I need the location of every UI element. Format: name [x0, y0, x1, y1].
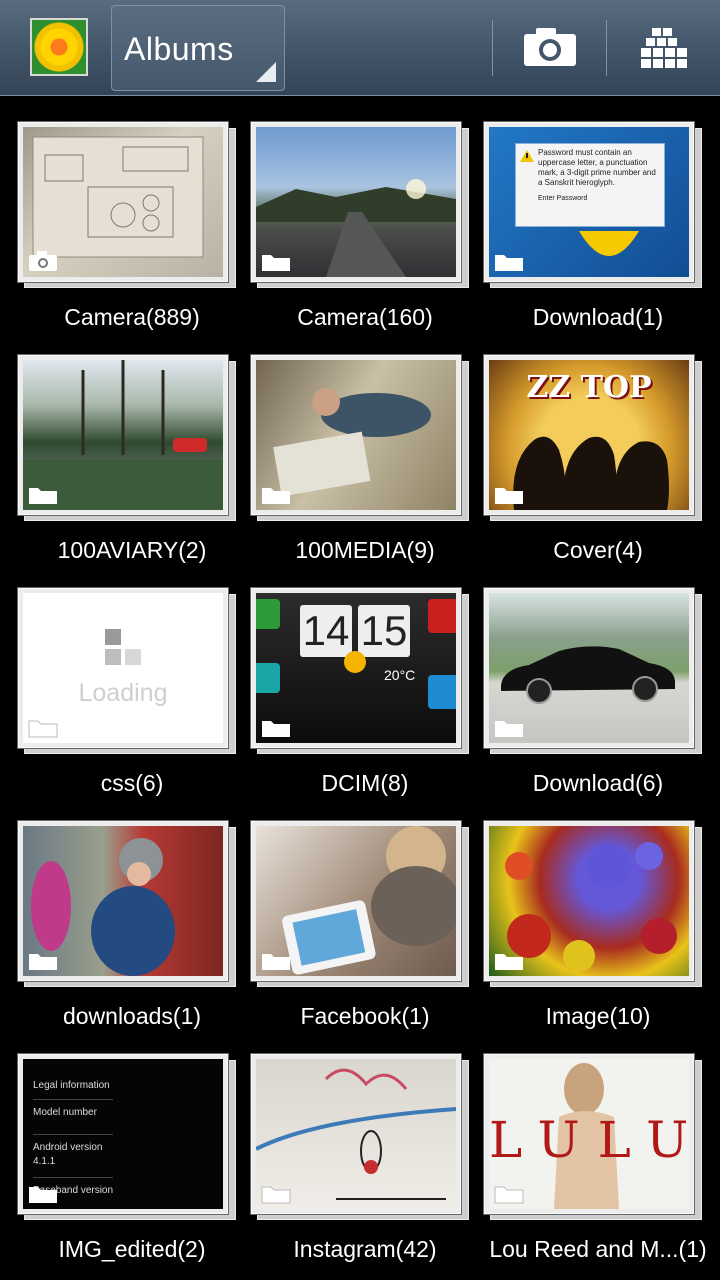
action-bar: Albums [0, 0, 720, 96]
camera-icon [524, 28, 576, 66]
album-title: DCIM(8) [321, 770, 409, 796]
album-thumbnail [251, 1054, 461, 1214]
album-tile[interactable]: LULU Lou Reed and M...(1) [484, 1054, 712, 1274]
album-thumbnail: 14 15 20°C [251, 588, 461, 748]
folder-icon [29, 954, 57, 970]
album-thumbnail [18, 355, 228, 515]
camera-icon [29, 251, 57, 271]
album-title: Download(1) [532, 304, 664, 330]
album-tile[interactable]: Facebook(1) [251, 821, 479, 1041]
folder-icon [262, 255, 290, 271]
album-title: Camera(160) [297, 304, 433, 330]
album-thumbnail: Password must contain an uppercase lette… [484, 122, 694, 282]
albums-view-dropdown[interactable]: Albums [111, 5, 285, 91]
music-app-icon [428, 599, 456, 633]
albums-dropdown-label: Albums [124, 31, 234, 67]
settings-item: Model number [33, 1107, 97, 1118]
folder-icon [29, 1187, 57, 1203]
temperature: 20°C [384, 667, 416, 683]
album-tile[interactable]: 100MEDIA(9) [251, 355, 479, 575]
album-title: Cover(4) [553, 537, 643, 563]
camera-button[interactable] [510, 18, 590, 78]
album-title: 100MEDIA(9) [295, 537, 435, 563]
action-divider [606, 20, 607, 76]
album-tile[interactable]: Download(6) [484, 588, 712, 808]
album-title: Instagram(42) [293, 1236, 437, 1262]
album-thumbnail [251, 122, 461, 282]
view-grid-button[interactable] [624, 18, 704, 78]
album-title: IMG_edited(2) [58, 1236, 206, 1262]
album-thumbnail [251, 821, 461, 981]
folder-icon [29, 488, 57, 504]
album-tile[interactable]: Camera(889) [18, 122, 246, 342]
album-thumbnail: ZZ TOP [484, 355, 694, 515]
password-dialog: Password must contain an uppercase lette… [515, 143, 665, 227]
album-thumbnail: LULU [484, 1054, 694, 1214]
album-tile[interactable]: downloads(1) [18, 821, 246, 1041]
gallery-app-icon[interactable] [30, 18, 88, 76]
album-tile[interactable]: 14 15 20°C DCIM(8) [251, 588, 479, 808]
action-divider [492, 20, 493, 76]
album-title: css(6) [100, 770, 164, 796]
clock-hours: 14 [300, 605, 352, 657]
dropdown-indicator-icon [256, 62, 276, 82]
folder-icon [262, 488, 290, 504]
album-art-title: LULU [489, 1111, 689, 1169]
album-thumbnail [484, 588, 694, 748]
album-thumbnail: Loading [18, 588, 228, 748]
camera-app-icon [428, 675, 456, 709]
album-title: Camera(889) [64, 304, 200, 330]
folder-icon [262, 954, 290, 970]
album-thumbnail [18, 821, 228, 981]
album-tile[interactable]: Instagram(42) [251, 1054, 479, 1274]
folder-icon [262, 721, 290, 737]
album-tile[interactable]: Loading css(6) [18, 588, 246, 808]
album-title: Download(6) [532, 770, 664, 796]
warning-icon [520, 150, 534, 162]
album-title: downloads(1) [62, 1003, 202, 1029]
folder-icon [495, 488, 523, 504]
grid-stack-icon [641, 28, 687, 68]
folder-icon [495, 954, 523, 970]
album-tile[interactable]: Legal information Model number Android v… [18, 1054, 246, 1274]
folder-icon [495, 721, 523, 737]
loading-placeholder-icon [105, 629, 141, 665]
album-title: Facebook(1) [300, 1003, 430, 1029]
dialog-message: Password must contain an uppercase lette… [538, 148, 656, 187]
album-thumbnail [18, 122, 228, 282]
album-tile[interactable]: 100AVIARY(2) [18, 355, 246, 575]
folder-icon [494, 1186, 524, 1204]
album-tile[interactable]: Image(10) [484, 821, 712, 1041]
album-tile[interactable]: Password must contain an uppercase lette… [484, 122, 712, 342]
weather-sun-icon [344, 651, 366, 673]
folder-icon [261, 1186, 291, 1204]
maps-app-icon [256, 663, 280, 693]
clock-minutes: 15 [358, 605, 410, 657]
phone-app-icon [256, 599, 280, 629]
settings-item: Android version [33, 1142, 103, 1153]
album-tile[interactable]: ZZ TOP Cover(4) [484, 355, 712, 575]
album-title: Image(10) [545, 1003, 651, 1029]
album-thumbnail [484, 821, 694, 981]
album-thumbnail: Legal information Model number Android v… [18, 1054, 228, 1214]
album-title: Lou Reed and M...(1) [489, 1236, 707, 1262]
folder-icon [495, 255, 523, 271]
album-title: 100AVIARY(2) [57, 537, 207, 563]
dialog-field-label: Enter Password [538, 195, 588, 202]
album-tile[interactable]: Camera(160) [251, 122, 479, 342]
settings-item: Legal information [33, 1080, 110, 1091]
logo-shape [579, 231, 639, 256]
album-thumbnail [251, 355, 461, 515]
folder-icon [28, 720, 58, 738]
settings-item-value: 4.1.1 [33, 1156, 56, 1167]
loading-text: Loading [78, 679, 168, 707]
